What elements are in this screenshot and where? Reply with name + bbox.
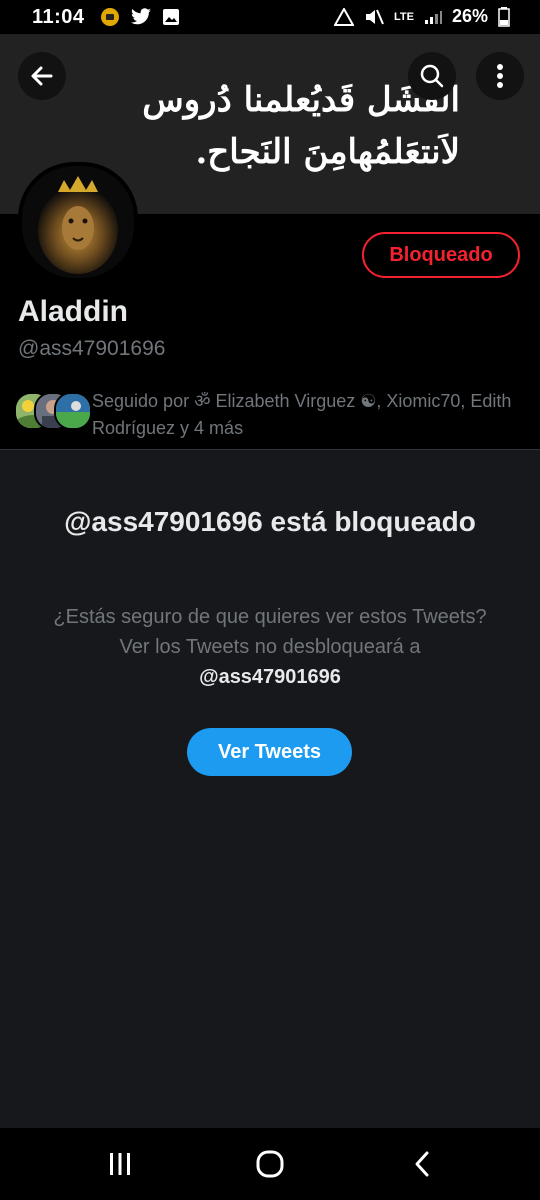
more-button[interactable]: [476, 52, 524, 100]
search-icon: [420, 64, 444, 88]
notification-icons: [100, 7, 180, 27]
blocked-description: ¿Estás seguro de que quieres ver estos T…: [40, 602, 500, 692]
gallery-icon: [163, 9, 179, 25]
twitter-icon: [131, 8, 151, 25]
signal-icon: [424, 10, 442, 24]
avatar[interactable]: [18, 162, 138, 282]
profile-name: Aladdin: [18, 295, 128, 328]
home-icon: [256, 1150, 284, 1178]
arrow-left-icon: [31, 66, 53, 86]
blocked-notice-panel: @ass47901696 está bloqueado ¿Estás segur…: [0, 450, 540, 1128]
followed-by-text: Seguido por ॐ Elizabeth Virguez ☯, Xiomi…: [92, 391, 512, 438]
status-bar: 11:04 LTE 26%: [0, 0, 540, 34]
data-saver-icon: [334, 7, 354, 26]
blocked-description-handle: @ass47901696: [199, 666, 341, 688]
chevron-left-icon: [415, 1151, 429, 1177]
recents-icon: [110, 1153, 130, 1175]
home-button[interactable]: [240, 1142, 300, 1186]
followed-by[interactable]: Seguido por ॐ Elizabeth Virguez ☯, Xiomi…: [14, 388, 524, 438]
network-label: LTE: [394, 10, 414, 23]
recents-button[interactable]: [90, 1142, 150, 1186]
back-nav-button[interactable]: [392, 1142, 452, 1186]
blocked-button[interactable]: Bloqueado: [362, 232, 520, 278]
blocked-title: @ass47901696 está bloqueado: [64, 506, 476, 537]
search-button[interactable]: [408, 52, 456, 100]
profile-handle: @ass47901696: [18, 337, 166, 360]
blocked-description-text: ¿Estás seguro de que quieres ver estos T…: [53, 606, 487, 658]
mute-icon: [366, 9, 384, 24]
follower-avatar: [54, 392, 92, 430]
back-button[interactable]: [18, 52, 66, 100]
battery-icon: [498, 6, 510, 27]
more-vertical-icon: [497, 64, 503, 88]
battery-percent: 26%: [451, 6, 488, 26]
lion-avatar-image: [22, 166, 134, 278]
app-notification-icon: [101, 8, 119, 26]
system-nav-bar: [0, 1128, 540, 1200]
system-indicators: LTE 26%: [334, 6, 510, 27]
view-tweets-button[interactable]: Ver Tweets: [187, 728, 352, 776]
status-time: 11:04: [32, 6, 85, 28]
